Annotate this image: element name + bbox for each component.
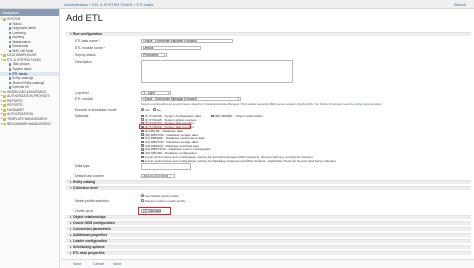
default-last-counter-label: Default last counter xyxy=(75,174,105,178)
dataset-checkbox[interactable]: Import performance and configuration met… xyxy=(141,159,336,163)
levels-up-to-label: Levels up to xyxy=(75,209,94,213)
navigation-tree: ▾ SYSTEM Status Diagnostic alerts Licensing A… xyxy=(0,16,59,126)
datasets-label: Datasets xyxy=(75,114,89,118)
checkbox-icon xyxy=(211,114,214,118)
chevron-down-icon: ▾ xyxy=(167,91,169,95)
etl-module-description: Imports configuration and performance da… xyxy=(141,102,382,106)
deploy-status-label: Deploy status xyxy=(75,53,96,57)
online-documentation-link[interactable]: online documentation xyxy=(354,102,381,106)
folder-icon xyxy=(3,122,6,126)
section-scheduling-options[interactable]: ▸Scheduling options xyxy=(66,245,471,250)
cancel-button[interactable]: Cancel xyxy=(93,262,104,267)
etl-module-name-label: ETL module name * xyxy=(75,46,105,50)
etl-module-label: ETL module xyxy=(75,97,94,101)
etl-task-name-input[interactable]: Oracle - Enterprise Manager Extractor xyxy=(141,38,233,43)
page-icon xyxy=(8,22,12,26)
simulation-mode-label: Execute in simulation mode xyxy=(75,108,117,112)
section-connection-parameters[interactable]: ▸Connection parameters xyxy=(66,227,471,232)
etl-module-name-input[interactable]: Default xyxy=(141,45,201,50)
default-last-counter-input[interactable]: 2016-01-01 00:00:00 xyxy=(141,173,175,178)
breadcrumb-etl-tasks[interactable]: ETL tasks xyxy=(137,3,154,7)
save-run-button[interactable]: Save xyxy=(113,262,121,267)
page-icon xyxy=(8,40,12,44)
page-icon xyxy=(8,49,12,53)
sidebar-item-label: BENCHMARK MANAGEMENT xyxy=(7,121,52,126)
page-icon xyxy=(8,86,12,89)
page-icon xyxy=(8,31,12,35)
section-collection-level[interactable]: ▾Collection level xyxy=(66,186,471,191)
page-icon xyxy=(8,27,12,30)
folder-icon xyxy=(3,104,6,107)
section-object-relationships[interactable]: ▸Object relationships xyxy=(66,215,471,220)
section-loader-configuration[interactable]: ▸Loader configuration xyxy=(66,239,471,244)
highlight-box xyxy=(138,206,171,215)
navigation-sidebar: Navigation ▾ SYSTEM Status Diagnostic alert… xyxy=(0,9,60,268)
page-icon xyxy=(8,45,12,48)
page-title: Add ETL xyxy=(66,13,103,24)
breadcrumb-etl-system-tasks[interactable]: ETL & SYSTEM TASKS xyxy=(92,3,132,7)
page-icon xyxy=(8,67,12,71)
top-bar: Administration»ETL & SYSTEM TASKS»ETL ta… xyxy=(0,0,474,9)
breadcrumb: Administration»ETL & SYSTEM TASKS»ETL ta… xyxy=(64,2,154,7)
log-level-select[interactable]: 1 - Light ▾ xyxy=(141,90,171,95)
section-etl-task-properties[interactable]: ▸ETL task properties xyxy=(66,251,471,256)
folder-icon xyxy=(3,108,6,112)
page-icon xyxy=(8,81,12,85)
etl-task-name-label: ETL task name * xyxy=(75,39,100,43)
sidebar-header: Navigation xyxy=(0,9,59,16)
checkbox-icon xyxy=(141,151,144,155)
radio-selected-icon xyxy=(141,194,144,197)
folder-icon xyxy=(3,95,6,98)
main-content: Add ETL ▾Run configuration ETL task name… xyxy=(61,9,474,268)
chevron-down-icon: ▾ xyxy=(237,97,239,101)
search-link[interactable]: Search xyxy=(454,3,466,7)
data-type-list[interactable] xyxy=(141,163,191,170)
page-icon xyxy=(8,63,12,67)
radio-icon xyxy=(141,199,144,202)
section-run-configuration[interactable]: ▾Run configuration xyxy=(66,31,471,36)
description-textarea[interactable] xyxy=(141,60,293,83)
use-global-profile-radio[interactable]: Use Global metric profile xyxy=(141,194,178,198)
folder-icon xyxy=(3,54,6,57)
folder-icon xyxy=(3,90,6,94)
folder-icon xyxy=(3,99,6,103)
description-label: Description xyxy=(75,60,92,64)
etl-module-select[interactable]: Oracle - Enterprise Manager Extractor ▾ xyxy=(141,96,241,101)
folder-icon xyxy=(3,113,6,117)
page-icon xyxy=(8,36,12,39)
radio-icon xyxy=(153,108,156,111)
breadcrumb-administration[interactable]: Administration xyxy=(64,3,88,7)
action-bar: Save Cancel Save xyxy=(61,259,474,268)
chevron-down-icon: ▾ xyxy=(163,53,165,57)
dataset-checkbox[interactable]: (98) OBJREL - Object relationships xyxy=(211,114,263,118)
section-additional-properties[interactable]: ▸Additional properties xyxy=(66,233,471,238)
radio-selected-icon xyxy=(141,108,144,111)
section-entity-catalog[interactable]: ▸Entity catalog xyxy=(66,180,471,185)
folder-icon xyxy=(3,118,6,121)
sidebar-item[interactable]: ▸ BENCHMARK MANAGEMENT xyxy=(0,122,59,127)
log-level-label: Log level xyxy=(75,91,89,95)
simulation-yes-radio[interactable]: Yes xyxy=(141,108,150,112)
checkbox-icon xyxy=(141,159,144,163)
data-type-label: Data type xyxy=(75,164,90,168)
page-icon xyxy=(8,72,12,76)
page-icon xyxy=(8,77,12,80)
simulation-no-radio[interactable]: No xyxy=(153,108,161,112)
folder-icon xyxy=(3,17,6,21)
save-button[interactable]: Save xyxy=(73,262,81,267)
section-oracle-oem-configuration[interactable]: ▸Oracle OEM configuration xyxy=(66,221,471,226)
deploy-status-select[interactable]: Production ▾ xyxy=(141,52,167,57)
select-custom-profile-radio[interactable]: Select a custom metric profile xyxy=(141,199,185,203)
metric-profile-label: Metric profile selection xyxy=(75,199,109,203)
folder-icon xyxy=(3,58,6,62)
